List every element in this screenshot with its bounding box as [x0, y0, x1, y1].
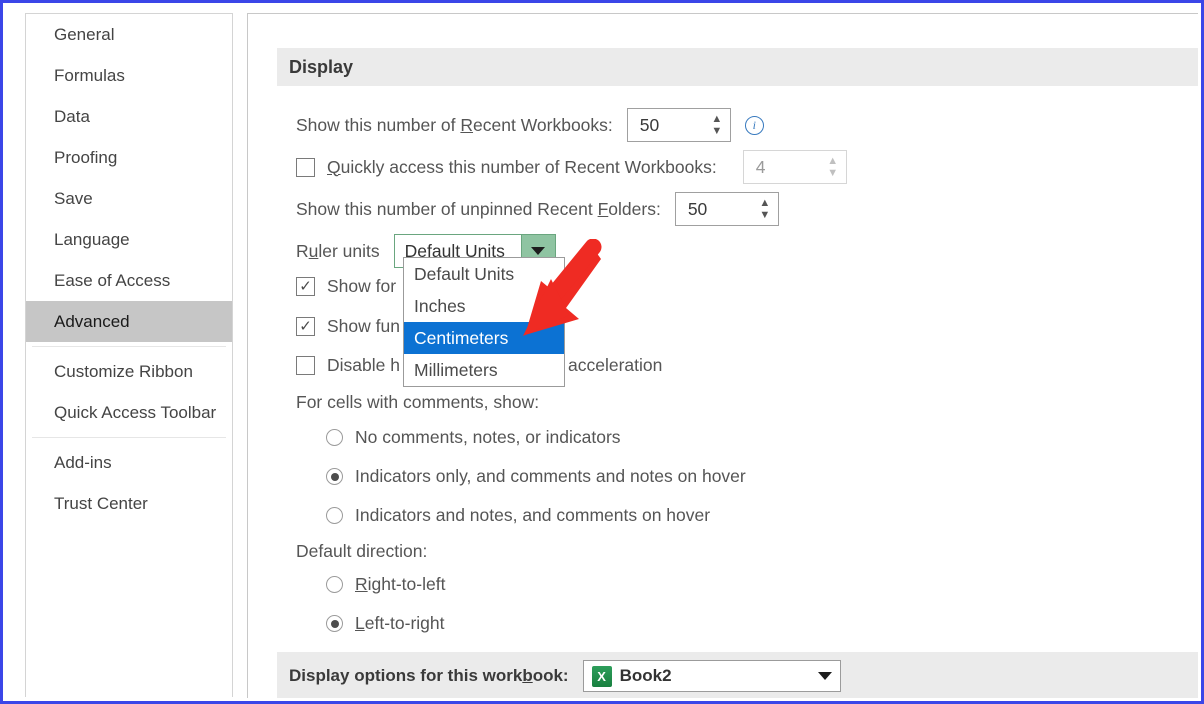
direction-option-label: Right-to-left: [355, 574, 446, 594]
show-formula-bar-row: ✓ Show for: [296, 276, 396, 297]
spinner-arrows[interactable]: ▲ ▼: [704, 109, 730, 141]
sidebar-item-label: Save: [54, 188, 93, 208]
show-function-screentips-label: Show fun: [327, 316, 400, 336]
options-content-pane: Display Show this number of Recent Workb…: [247, 13, 1198, 698]
spinner-up-icon[interactable]: ▲: [827, 155, 838, 166]
sidebar-item-label: Trust Center: [54, 493, 148, 513]
comments-option-label: Indicators and notes, and comments on ho…: [355, 505, 711, 525]
dropdown-option-label: Millimeters: [414, 359, 498, 380]
recent-workbooks-label: Show this number of Recent Workbooks:: [296, 114, 613, 135]
show-formula-bar-label: Show for: [327, 276, 397, 296]
quick-access-spinner[interactable]: 4 ▲ ▼: [742, 150, 847, 184]
dropdown-option-inches[interactable]: Inches: [404, 290, 564, 322]
dropdown-option-label: Inches: [414, 295, 466, 316]
sidebar-item-label: General: [54, 24, 115, 44]
quick-access-checkbox[interactable]: [296, 157, 315, 177]
sidebar-item-label: Formulas: [54, 65, 125, 85]
sidebar-item-label: Proofing: [54, 147, 118, 167]
workbook-name: Book2: [619, 666, 672, 685]
recent-workbooks-row: Show this number of Recent Workbooks: 50…: [296, 108, 764, 142]
options-category-sidebar: General Formulas Data Proofing Save Lang…: [25, 13, 233, 697]
recent-workbooks-spinner[interactable]: 50 ▲ ▼: [626, 108, 731, 142]
comments-option-label: Indicators only, and comments and notes …: [355, 466, 746, 486]
sidebar-item-label: Ease of Access: [54, 270, 171, 290]
sidebar-item-add-ins[interactable]: Add-ins: [26, 442, 232, 483]
spinner-up-icon[interactable]: ▲: [711, 113, 722, 124]
radio-icon[interactable]: [326, 576, 343, 593]
dropdown-option-label: Centimeters: [414, 327, 509, 348]
spinner-down-icon[interactable]: ▼: [759, 209, 770, 220]
display-heading-text: Display: [289, 56, 354, 77]
dropdown-option-default-units[interactable]: Default Units: [404, 258, 564, 290]
comments-option-indicators-and-notes[interactable]: Indicators and notes, and comments on ho…: [326, 505, 710, 526]
spinner-up-icon[interactable]: ▲: [759, 197, 770, 208]
screenshot-frame: General Formulas Data Proofing Save Lang…: [0, 0, 1204, 704]
radio-icon[interactable]: [326, 507, 343, 524]
quick-access-recent-workbooks-row: Quickly access this number of Recent Wor…: [296, 150, 847, 184]
direction-option-label: Left-to-right: [355, 613, 445, 633]
sidebar-item-advanced[interactable]: Advanced: [26, 301, 232, 342]
comments-group-label: For cells with comments, show:: [296, 392, 540, 412]
sidebar-divider: [32, 437, 226, 438]
quick-access-label: Quickly access this number of Recent Wor…: [327, 156, 717, 177]
info-icon[interactable]: i: [744, 115, 764, 135]
sidebar-item-data[interactable]: Data: [26, 96, 232, 137]
sidebar-item-proofing[interactable]: Proofing: [26, 137, 232, 178]
workbook-options-section: Display options for this workbook: X Boo…: [277, 652, 1198, 698]
dropdown-option-label: Default Units: [414, 263, 515, 284]
show-formula-bar-checkbox[interactable]: ✓: [296, 277, 315, 296]
sidebar-item-customize-ribbon[interactable]: Customize Ribbon: [26, 351, 232, 392]
chevron-down-icon[interactable]: [817, 672, 832, 680]
sidebar-item-general[interactable]: General: [26, 14, 232, 55]
sidebar-item-formulas[interactable]: Formulas: [26, 55, 232, 96]
disable-hardware-acceleration-label-tail: acceleration: [568, 355, 663, 375]
sidebar-item-save[interactable]: Save: [26, 178, 232, 219]
sidebar-divider: [32, 346, 226, 347]
sidebar-item-label: Language: [54, 229, 130, 249]
show-function-screentips-row: ✓ Show fun: [296, 316, 400, 337]
ruler-units-label: Ruler units: [296, 240, 380, 261]
excel-icon: X: [591, 665, 612, 687]
quick-access-value: 4: [755, 156, 766, 177]
comments-option-none[interactable]: No comments, notes, or indicators: [326, 427, 621, 448]
sidebar-item-label: Customize Ribbon: [54, 361, 193, 381]
show-function-screentips-checkbox[interactable]: ✓: [296, 317, 315, 336]
workbook-selector-combobox[interactable]: X Book2: [582, 660, 841, 692]
comments-option-label: No comments, notes, or indicators: [355, 427, 621, 447]
disable-hardware-acceleration-checkbox[interactable]: [296, 356, 315, 375]
ruler-units-dropdown-list[interactable]: Default Units Inches Centimeters Millime…: [403, 257, 565, 387]
sidebar-item-label: Data: [54, 106, 90, 126]
sidebar-item-ease-of-access[interactable]: Ease of Access: [26, 260, 232, 301]
recent-folders-spinner[interactable]: 50 ▲ ▼: [674, 192, 779, 226]
display-section-heading: Display: [277, 48, 1198, 86]
sidebar-item-trust-center[interactable]: Trust Center: [26, 483, 232, 524]
sidebar-item-quick-access-toolbar[interactable]: Quick Access Toolbar: [26, 392, 232, 433]
comments-option-indicators-only[interactable]: Indicators only, and comments and notes …: [326, 466, 746, 487]
spinner-arrows[interactable]: ▲ ▼: [820, 151, 846, 183]
spinner-down-icon[interactable]: ▼: [827, 167, 838, 178]
sidebar-item-language[interactable]: Language: [26, 219, 232, 260]
recent-workbooks-value: 50: [639, 114, 660, 135]
disable-hardware-acceleration-label: Disable h: [327, 355, 400, 375]
chevron-down-icon: [531, 247, 546, 255]
radio-icon-selected[interactable]: [326, 468, 343, 485]
recent-folders-label: Show this number of unpinned Recent Fold…: [296, 198, 661, 219]
recent-folders-value: 50: [687, 198, 708, 219]
recent-folders-row: Show this number of unpinned Recent Fold…: [296, 192, 779, 226]
direction-group-label: Default direction:: [296, 541, 428, 561]
sidebar-item-label: Advanced: [54, 311, 130, 331]
radio-icon-selected[interactable]: [326, 615, 343, 632]
spinner-down-icon[interactable]: ▼: [711, 125, 722, 136]
radio-icon[interactable]: [326, 429, 343, 446]
sidebar-item-label: Quick Access Toolbar: [54, 402, 217, 422]
spinner-arrows[interactable]: ▲ ▼: [752, 193, 778, 225]
direction-option-right-to-left[interactable]: Right-to-left: [326, 574, 445, 595]
dropdown-option-millimeters[interactable]: Millimeters: [404, 354, 564, 386]
sidebar-item-label: Add-ins: [54, 452, 112, 472]
workbook-options-label: Display options for this workbook:: [289, 666, 569, 685]
disable-hardware-acceleration-row: Disable h: [296, 355, 400, 376]
dropdown-option-centimeters[interactable]: Centimeters: [404, 322, 564, 354]
direction-option-left-to-right[interactable]: Left-to-right: [326, 613, 444, 634]
